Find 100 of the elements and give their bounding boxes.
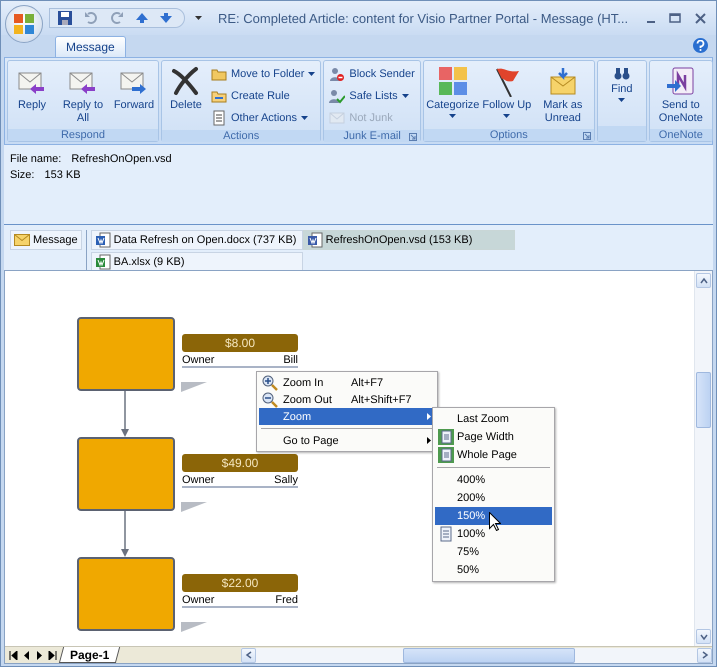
launcher-icon[interactable] bbox=[408, 133, 417, 141]
field-label: Owner bbox=[182, 354, 214, 366]
launcher-icon[interactable] bbox=[582, 132, 591, 140]
page-icon bbox=[438, 447, 454, 463]
cursor-icon bbox=[489, 512, 501, 531]
ribbon-button[interactable]: Forward bbox=[113, 63, 155, 114]
menu-item[interactable]: 150% bbox=[435, 507, 552, 525]
scroll-right-button[interactable] bbox=[697, 648, 712, 662]
prev-page-icon[interactable] bbox=[22, 650, 31, 660]
field-label: Size: bbox=[10, 169, 34, 181]
ribbon-button[interactable]: Reply bbox=[11, 63, 53, 114]
menu-item[interactable]: 100% bbox=[435, 525, 552, 543]
scroll-thumb[interactable] bbox=[403, 648, 575, 662]
ribbon-button[interactable]: Follow Up bbox=[480, 63, 533, 120]
first-page-icon[interactable] bbox=[9, 650, 18, 660]
shadow-shape bbox=[181, 502, 207, 512]
ribbon-button[interactable]: Reply to All bbox=[55, 63, 111, 127]
menu-item[interactable]: 50% bbox=[435, 561, 552, 579]
field-label: Owner bbox=[182, 594, 214, 606]
people-check-icon bbox=[329, 88, 346, 104]
menu-item[interactable]: 200% bbox=[435, 489, 552, 507]
document-icon bbox=[306, 232, 323, 248]
up-arrow-icon bbox=[136, 13, 148, 23]
group-label: Options bbox=[490, 129, 528, 141]
amount-label: $49.00 bbox=[182, 454, 298, 472]
ribbon-button[interactable]: Move to Folder bbox=[209, 63, 318, 84]
scroll-thumb[interactable] bbox=[696, 372, 711, 428]
group-label: Respond bbox=[60, 129, 106, 141]
menu-item[interactable]: Zoom In Alt+F7 bbox=[259, 374, 435, 391]
menu-item[interactable]: Go to Page bbox=[259, 432, 435, 449]
envelope-icon bbox=[329, 110, 346, 126]
next-page-icon[interactable] bbox=[35, 650, 44, 660]
ribbon-tab[interactable]: Message bbox=[55, 36, 126, 57]
page-icon bbox=[439, 526, 453, 542]
minimize-icon bbox=[647, 20, 655, 22]
ribbon-button[interactable]: Block Sender bbox=[327, 63, 417, 84]
window-title: RE: Completed Article: content for Visio Partner Portal - Message (HT... bbox=[217, 10, 630, 26]
group-label: Actions bbox=[223, 130, 260, 142]
attachment-tab[interactable]: Data Refresh on Open.docx (737 KB) bbox=[90, 230, 303, 250]
field-value: Bill bbox=[283, 354, 298, 366]
menu-item[interactable]: Page Width bbox=[435, 428, 552, 446]
page-icon bbox=[438, 429, 454, 445]
caret-icon bbox=[301, 116, 308, 120]
menu-item[interactable]: Zoom Out Alt+Shift+F7 bbox=[259, 391, 435, 408]
menu-item[interactable]: Last Zoom bbox=[435, 410, 552, 428]
color-squares-icon bbox=[436, 65, 469, 97]
shadow-shape bbox=[181, 382, 207, 392]
help-button[interactable] bbox=[693, 38, 708, 53]
submenu-arrow-icon bbox=[427, 437, 431, 444]
vertical-scrollbar[interactable] bbox=[694, 271, 712, 646]
ribbon-button[interactable]: Send to OneNote bbox=[652, 63, 709, 127]
field-label: File name: bbox=[10, 153, 62, 165]
ribbon-button[interactable]: Safe Lists bbox=[327, 85, 417, 106]
field-value: 153 KB bbox=[44, 169, 81, 181]
help-icon bbox=[696, 40, 705, 51]
office-button[interactable] bbox=[5, 5, 43, 43]
group-label: Junk E-mail bbox=[343, 130, 401, 142]
menu-item[interactable]: 400% bbox=[435, 471, 552, 489]
field-value: RefreshOnOpen.vsd bbox=[71, 153, 172, 165]
scroll-left-button[interactable] bbox=[241, 648, 256, 662]
field-value: Fred bbox=[275, 594, 298, 606]
last-page-icon[interactable] bbox=[48, 650, 57, 660]
undo-icon bbox=[84, 11, 98, 25]
caret-icon bbox=[449, 114, 456, 118]
ribbon-button[interactable]: Other Actions bbox=[209, 107, 318, 128]
menu-item[interactable]: Zoom bbox=[259, 408, 435, 425]
scroll-up-button[interactable] bbox=[696, 273, 711, 288]
message-tab[interactable]: Message bbox=[10, 230, 82, 250]
redo-icon bbox=[110, 11, 124, 25]
shadow-shape bbox=[181, 622, 207, 632]
field-value: Sally bbox=[274, 474, 298, 486]
ribbon-button[interactable]: Delete bbox=[165, 63, 207, 114]
menu-item[interactable]: 75% bbox=[435, 543, 552, 561]
attachment-tab[interactable]: RefreshOnOpen.vsd (153 KB) bbox=[302, 230, 515, 250]
save-icon bbox=[58, 11, 72, 25]
ribbon-button[interactable]: Find bbox=[600, 63, 643, 104]
page-tab[interactable]: Page-1 bbox=[58, 647, 120, 663]
group-label: OneNote bbox=[658, 129, 703, 141]
close-icon bbox=[695, 12, 706, 24]
horizontal-scrollbar[interactable] bbox=[241, 648, 712, 662]
list-icon bbox=[211, 110, 227, 126]
zoom-in-icon bbox=[262, 374, 278, 390]
caret-icon bbox=[308, 72, 316, 76]
menu-item[interactable]: Whole Page bbox=[435, 446, 552, 464]
zoom-out-icon bbox=[262, 392, 278, 408]
down-arrow-icon bbox=[160, 13, 172, 23]
amount-label: $8.00 bbox=[182, 334, 298, 352]
document-icon bbox=[94, 232, 111, 248]
person-block-icon bbox=[329, 66, 346, 82]
scroll-down-button[interactable] bbox=[696, 629, 711, 644]
connector-arrow bbox=[120, 391, 130, 437]
envelope-icon bbox=[14, 234, 30, 246]
ribbon-button[interactable]: Mark as Unread bbox=[534, 63, 591, 127]
ribbon-button[interactable]: Create Rule bbox=[209, 85, 318, 106]
caret-icon bbox=[402, 94, 409, 98]
maximize-icon bbox=[669, 13, 681, 23]
ribbon-button[interactable]: Categorize bbox=[426, 63, 479, 120]
binoculars-icon bbox=[614, 65, 630, 81]
attachment-tab[interactable]: BA.xlsx (9 KB) bbox=[90, 252, 303, 272]
amount-label: $22.00 bbox=[182, 574, 298, 592]
